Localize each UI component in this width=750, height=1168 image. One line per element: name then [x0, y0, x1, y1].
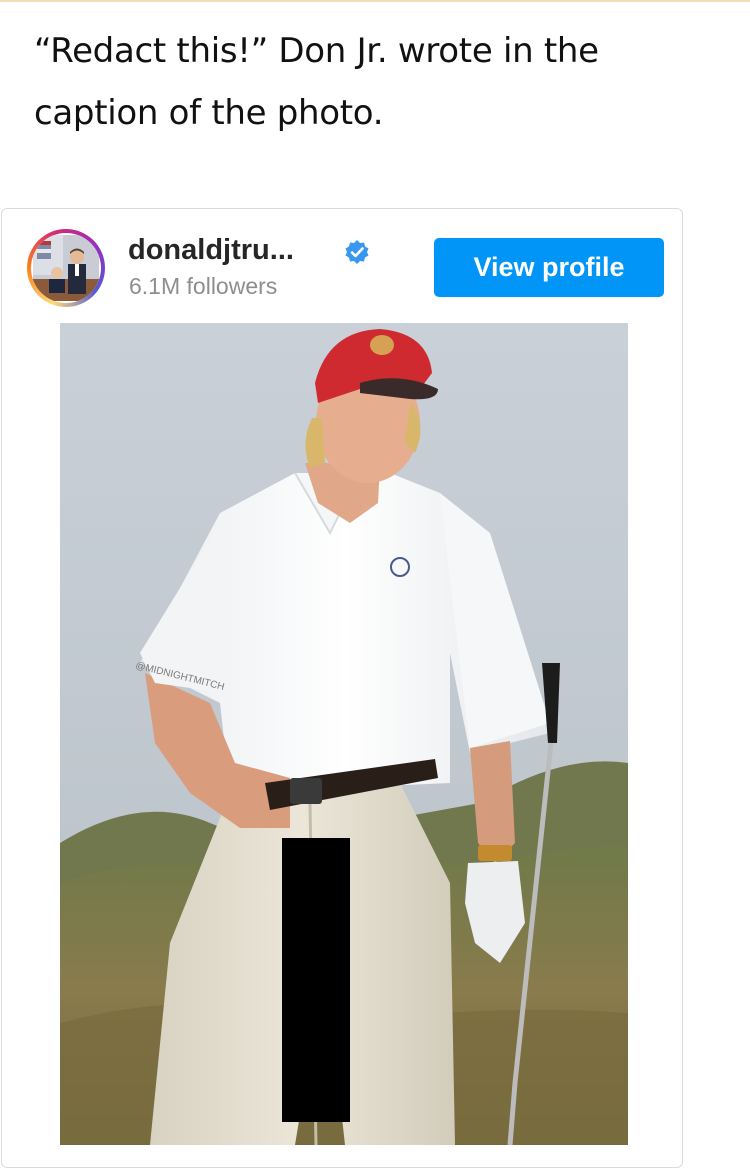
- top-divider: [0, 0, 750, 2]
- profile-avatar[interactable]: [27, 229, 105, 307]
- profile-username[interactable]: donaldjtru...: [128, 234, 294, 267]
- verified-badge-icon: [345, 240, 369, 264]
- article-paragraph: “Redact this!” Don Jr. wrote in the capt…: [34, 31, 599, 133]
- instagram-embed-card: donaldjtru... 6.1M followers View profil…: [1, 208, 683, 1168]
- view-profile-button[interactable]: View profile: [434, 238, 664, 297]
- follower-count: 6.1M followers: [129, 273, 278, 299]
- post-photo[interactable]: @MIDNIGHTMITCH: [60, 323, 628, 1145]
- avatar-image: [31, 233, 101, 303]
